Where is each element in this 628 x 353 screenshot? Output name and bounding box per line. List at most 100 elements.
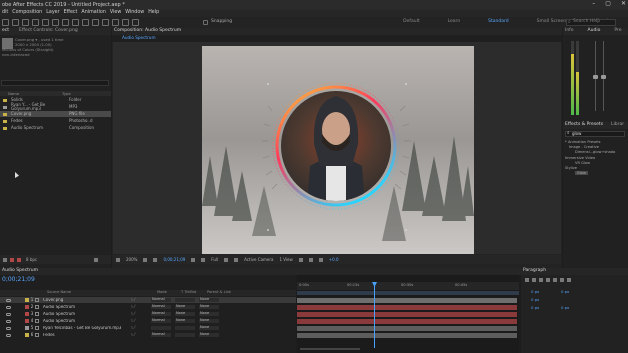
layer-name[interactable]: Audio Spectrum bbox=[41, 312, 131, 316]
indent-right-value[interactable]: 0 px bbox=[561, 290, 569, 294]
grid-icon[interactable] bbox=[153, 257, 158, 262]
timeline-layer-row[interactable]: 6 Fedes ⌇ ⁄ Normal None bbox=[0, 332, 296, 338]
new-composition-icon[interactable] bbox=[17, 257, 21, 262]
layer-name[interactable]: Ryan Yelcinbas - Get Be Golyurum.mp3 bbox=[41, 326, 131, 330]
bpc-button[interactable]: 8 bpc bbox=[26, 257, 37, 262]
workspace-learn[interactable]: Learn bbox=[448, 20, 461, 25]
col-trkmat[interactable]: T TrkMat bbox=[181, 291, 207, 295]
camera-tool-icon[interactable] bbox=[42, 19, 49, 26]
timeline-layer-row[interactable]: 5 Ryan Yelcinbas - Get Be Golyurum.mp3 ⌇ ⁄… bbox=[0, 325, 296, 331]
menu-effect[interactable]: Effect bbox=[64, 10, 78, 16]
volume-slider-left-handle[interactable] bbox=[593, 75, 598, 79]
tab-effects-presets[interactable]: Effects & Presets bbox=[565, 123, 603, 128]
project-item-mp3[interactable]: Ryan Y... - Get Be Golyurum.mp3 MP3 bbox=[0, 103, 111, 111]
brush-tool-icon[interactable] bbox=[92, 19, 99, 26]
align-left-icon[interactable] bbox=[525, 278, 529, 282]
layer-parent-select[interactable]: None bbox=[199, 319, 219, 323]
resolution-select[interactable]: Full bbox=[211, 257, 218, 262]
tab-effect-controls[interactable]: Effect Controls: Cover.png bbox=[19, 29, 78, 34]
delete-icon[interactable] bbox=[94, 257, 99, 262]
col-type[interactable]: Type bbox=[62, 91, 71, 96]
visibility-eye-icon[interactable] bbox=[6, 326, 11, 330]
zoom-select[interactable]: 200% bbox=[126, 257, 137, 262]
menu-composition[interactable]: Composition bbox=[12, 10, 42, 16]
layer-switches[interactable]: ⌇ ⁄ bbox=[131, 333, 151, 337]
eraser-tool-icon[interactable] bbox=[112, 19, 119, 26]
region-of-interest-icon[interactable] bbox=[224, 257, 229, 262]
tab-audio[interactable]: Audio bbox=[588, 29, 601, 34]
camera-select[interactable]: Active Camera bbox=[244, 257, 273, 262]
layer-parent-select[interactable]: None bbox=[199, 305, 219, 309]
maximize-button[interactable]: ▢ bbox=[605, 1, 611, 7]
justify-left-icon[interactable] bbox=[546, 278, 550, 282]
layer-switches[interactable]: ⌇ ⁄ bbox=[131, 319, 151, 323]
composition-canvas[interactable] bbox=[202, 46, 474, 254]
work-area-bar[interactable] bbox=[297, 291, 519, 295]
layer-duration-bar[interactable] bbox=[297, 333, 517, 338]
layer-duration-bar[interactable] bbox=[297, 312, 517, 317]
layer-trkmat-select[interactable]: None bbox=[175, 305, 195, 309]
layer-switches[interactable]: ⌇ ⁄ bbox=[131, 326, 151, 330]
timeline-layer-row[interactable]: 1 Cover.png ⌇ ⁄ Normal None bbox=[0, 297, 296, 303]
flowchart-icon[interactable] bbox=[318, 257, 323, 262]
timeline-zoom-slider[interactable] bbox=[300, 348, 360, 350]
visibility-eye-icon[interactable] bbox=[6, 333, 11, 337]
tab-libraries[interactable]: Librar bbox=[611, 123, 624, 128]
layer-duration-bar[interactable] bbox=[297, 305, 517, 310]
layer-mode-select[interactable] bbox=[151, 326, 171, 330]
layer-trkmat-select[interactable]: None bbox=[175, 319, 195, 323]
tab-composition[interactable]: Composition: Audio Spectrum bbox=[114, 29, 181, 34]
tab-info[interactable]: Info bbox=[565, 29, 574, 34]
fit-icon[interactable] bbox=[143, 257, 148, 262]
layer-name[interactable]: Cover.png bbox=[41, 298, 131, 302]
snapshot-icon[interactable] bbox=[191, 257, 196, 262]
project-search-input[interactable] bbox=[1, 80, 109, 86]
justify-all-icon[interactable] bbox=[567, 278, 571, 282]
workspace-default[interactable]: Default bbox=[403, 20, 419, 25]
layer-mode-select[interactable]: Normal bbox=[151, 305, 171, 309]
layer-name[interactable]: Audio Spectrum bbox=[41, 305, 131, 309]
timeline-layer-row[interactable]: 3 Audio Spectrum ⌇ ⁄ Normal None None bbox=[0, 311, 296, 317]
effects-search-input[interactable]: ⌕ glow bbox=[565, 131, 625, 137]
close-button[interactable]: ✕ bbox=[621, 1, 626, 7]
align-center-icon[interactable] bbox=[532, 278, 536, 282]
pan-behind-tool-icon[interactable] bbox=[52, 19, 59, 26]
rectangle-tool-icon[interactable] bbox=[62, 19, 69, 26]
visibility-eye-icon[interactable] bbox=[6, 319, 11, 323]
workspace-standard[interactable]: Standard bbox=[488, 20, 508, 25]
timeline-layer-row[interactable]: 2 Audio Spectrum ⌇ ⁄ Normal None None bbox=[0, 304, 296, 310]
workspace-small-screen[interactable]: Small Screen bbox=[537, 20, 566, 25]
comp-timecode[interactable]: 0;00;21;09 bbox=[163, 257, 185, 262]
layer-mode-select[interactable]: Normal bbox=[151, 319, 171, 323]
timeline-icon[interactable] bbox=[308, 257, 313, 262]
tab-paragraph[interactable]: Paragraph bbox=[523, 269, 546, 274]
col-source-name[interactable]: Source Name bbox=[47, 291, 157, 295]
menu-animation[interactable]: Animation bbox=[81, 10, 105, 16]
layer-parent-select[interactable]: None bbox=[199, 326, 219, 330]
menu-edit[interactable]: dit bbox=[2, 10, 8, 16]
type-tool-icon[interactable] bbox=[82, 19, 89, 26]
layer-trkmat-select[interactable]: None bbox=[175, 312, 195, 316]
effects-item-glow[interactable]: Glow bbox=[575, 171, 588, 176]
color-channel-icon[interactable] bbox=[201, 257, 206, 262]
indent-left-value[interactable]: 0 px bbox=[531, 290, 539, 294]
timeline-timecode[interactable]: 0;00;21;09 bbox=[2, 277, 35, 283]
roto-brush-tool-icon[interactable] bbox=[122, 19, 129, 26]
pen-tool-icon[interactable] bbox=[72, 19, 79, 26]
layer-switches[interactable]: ⌇ ⁄ bbox=[131, 305, 151, 309]
justify-center-icon[interactable] bbox=[553, 278, 557, 282]
menu-help[interactable]: Help bbox=[148, 10, 159, 16]
selection-tool-icon[interactable] bbox=[2, 19, 9, 26]
layer-mode-select[interactable]: Normal bbox=[151, 333, 171, 337]
menu-view[interactable]: View bbox=[110, 10, 121, 16]
volume-slider-right-handle[interactable] bbox=[601, 75, 606, 79]
align-right-icon[interactable] bbox=[539, 278, 543, 282]
col-name[interactable]: Name bbox=[0, 91, 62, 96]
visibility-eye-icon[interactable] bbox=[6, 298, 11, 302]
playhead[interactable] bbox=[374, 282, 375, 348]
layer-trkmat-select[interactable] bbox=[175, 326, 195, 330]
composition-viewer[interactable] bbox=[113, 42, 561, 254]
layer-trkmat-select[interactable] bbox=[175, 298, 195, 302]
project-item-fedes[interactable]: Fedes Photosho..d bbox=[0, 118, 111, 124]
search-help-input[interactable]: ⌕ Search Help bbox=[566, 19, 616, 26]
